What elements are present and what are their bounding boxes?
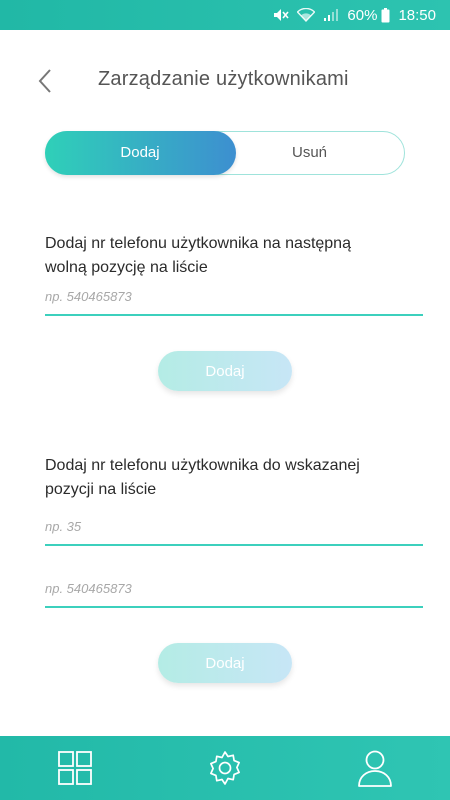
tab-add[interactable]: Dodaj — [44, 130, 236, 175]
settings-icon — [210, 751, 240, 785]
clock: 18:50 — [398, 6, 436, 24]
battery-icon — [381, 7, 390, 23]
specific-position-label: Dodaj nr telefonu użytkownika do wskazan… — [45, 457, 360, 498]
phone-input-position[interactable] — [45, 574, 423, 608]
grid-icon — [58, 751, 92, 785]
phone-input-next[interactable] — [45, 282, 423, 316]
add-next-button[interactable]: Dodaj — [158, 351, 292, 391]
nav-profile[interactable] — [355, 748, 395, 788]
next-position-label: Dodaj nr telefonu użytkownika na następn… — [45, 235, 351, 276]
nav-settings[interactable] — [205, 748, 245, 788]
bottom-nav — [0, 736, 450, 800]
page-title: Zarządzanie użytkownikami — [98, 68, 349, 90]
mute-icon — [273, 8, 290, 22]
header: Zarządzanie użytkownikami — [0, 50, 450, 110]
user-icon — [358, 750, 392, 787]
status-bar: 60% 18:50 — [0, 0, 450, 30]
chevron-left-icon — [38, 69, 51, 93]
tab-remove[interactable]: Usuń — [214, 131, 405, 175]
back-button[interactable] — [30, 66, 60, 96]
wifi-icon — [297, 8, 316, 22]
signal-icon — [323, 8, 339, 22]
add-at-position-button[interactable]: Dodaj — [158, 643, 292, 683]
battery-text: 60% — [347, 6, 378, 24]
add-remove-toggle: Usuń Dodaj — [44, 130, 405, 175]
nav-dashboard[interactable] — [55, 748, 95, 788]
position-input[interactable] — [45, 512, 423, 546]
